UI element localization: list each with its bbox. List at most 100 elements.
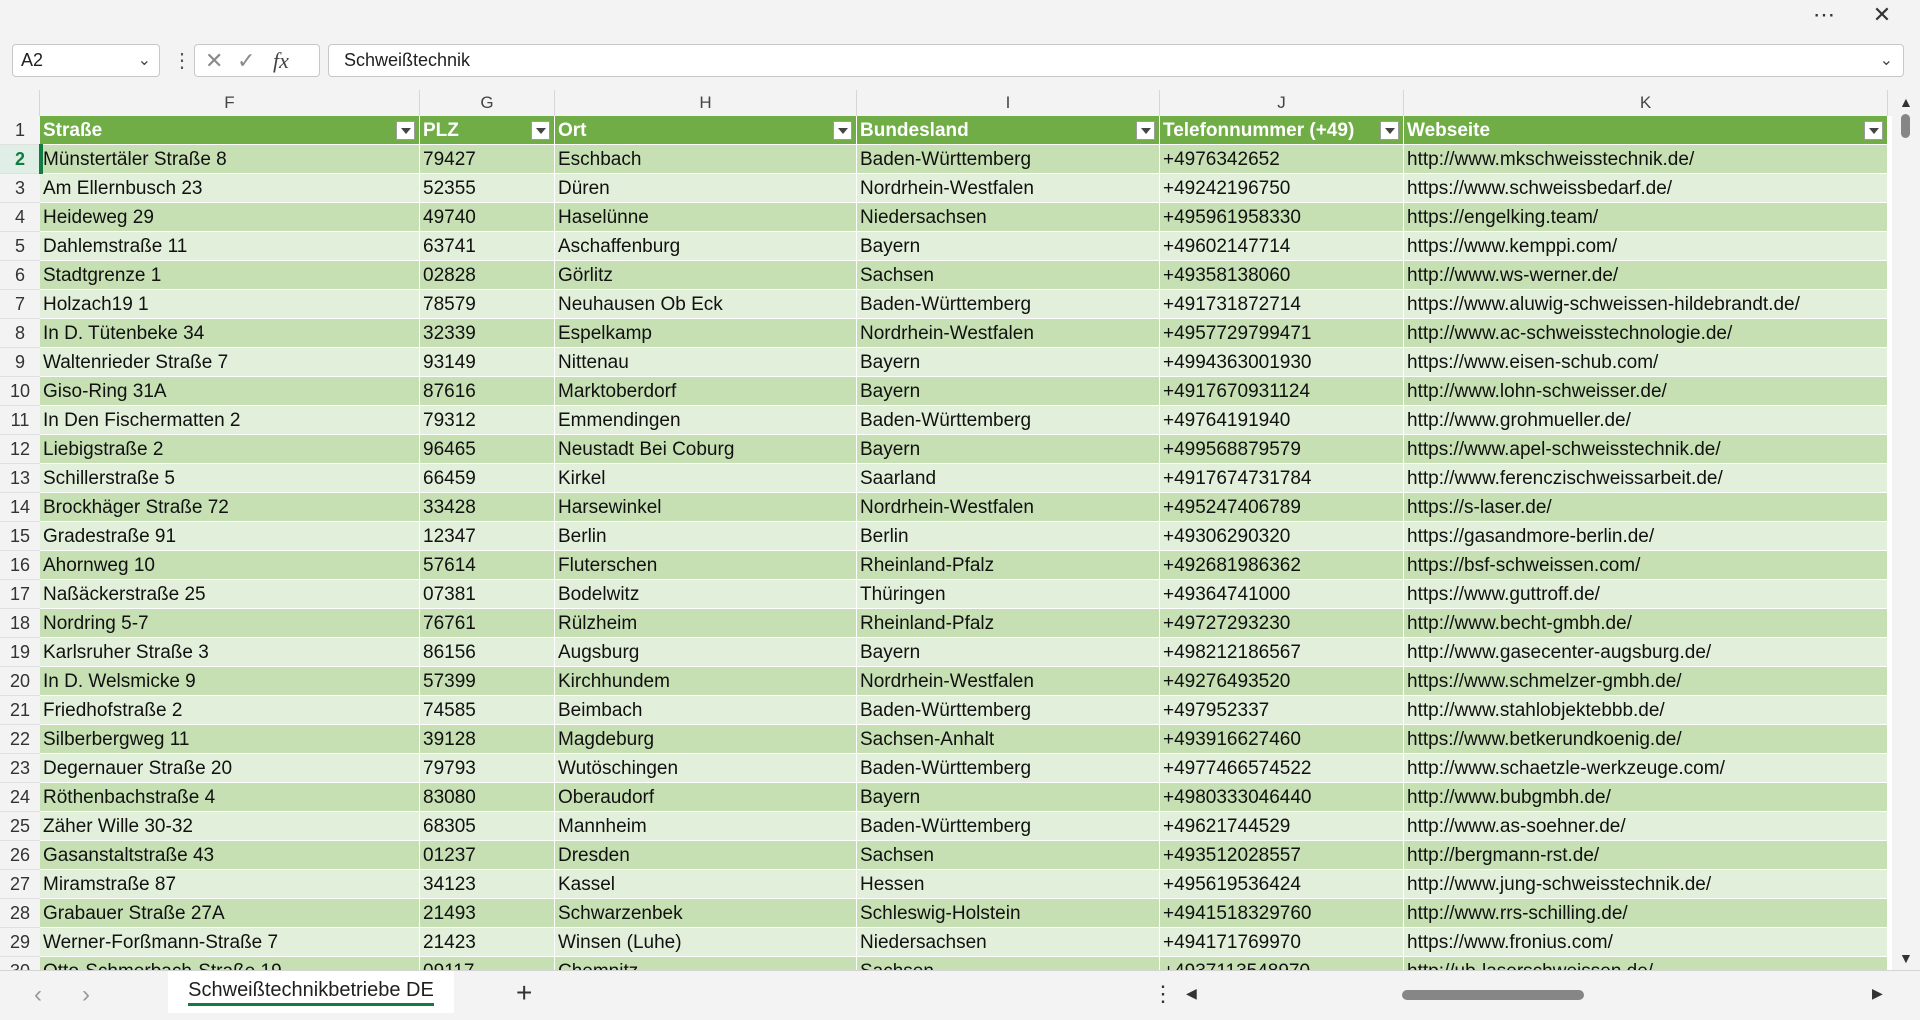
- table-cell[interactable]: http://www.grohmueller.de/: [1404, 406, 1888, 435]
- table-cell[interactable]: Beimbach: [555, 696, 857, 725]
- filter-dropdown-icon[interactable]: [833, 121, 852, 140]
- table-cell[interactable]: Rheinland-Pfalz: [857, 609, 1160, 638]
- table-cell[interactable]: Dahlemstraße 11: [40, 232, 420, 261]
- column-header-j[interactable]: J: [1160, 90, 1404, 116]
- table-cell[interactable]: https://www.apel-schweisstechnik.de/: [1404, 435, 1888, 464]
- function-icon[interactable]: fx: [273, 45, 289, 76]
- table-cell[interactable]: https://gasandmore-berlin.de/: [1404, 522, 1888, 551]
- table-cell[interactable]: Heideweg 29: [40, 203, 420, 232]
- table-header-cell[interactable]: Ort: [555, 116, 857, 145]
- table-cell[interactable]: Schleswig-Holstein: [857, 899, 1160, 928]
- table-cell[interactable]: In D. Tütenbeke 34: [40, 319, 420, 348]
- table-cell[interactable]: Gradestraße 91: [40, 522, 420, 551]
- table-cell[interactable]: Nittenau: [555, 348, 857, 377]
- column-header-k[interactable]: K: [1404, 90, 1888, 116]
- filter-dropdown-icon[interactable]: [1864, 121, 1883, 140]
- row-header[interactable]: 6: [0, 261, 40, 290]
- table-cell[interactable]: Rülzheim: [555, 609, 857, 638]
- table-cell[interactable]: +492681986362: [1160, 551, 1404, 580]
- table-cell[interactable]: Oberaudorf: [555, 783, 857, 812]
- row-header[interactable]: 28: [0, 899, 40, 928]
- table-cell[interactable]: https://www.fronius.com/: [1404, 928, 1888, 957]
- sheet-tab[interactable]: Schweißtechnikbetriebe DE: [168, 971, 454, 1013]
- table-cell[interactable]: +4917670931124: [1160, 377, 1404, 406]
- row-header[interactable]: 22: [0, 725, 40, 754]
- table-header-cell[interactable]: Telefonnummer (+49): [1160, 116, 1404, 145]
- table-cell[interactable]: 57399: [420, 667, 555, 696]
- spreadsheet-grid[interactable]: FGHIJK 1 Straße PLZ Ort Bundesland Telefonnum…: [0, 90, 1892, 970]
- table-cell[interactable]: +493512028557: [1160, 841, 1404, 870]
- row-header[interactable]: 26: [0, 841, 40, 870]
- table-cell[interactable]: http://www.jung-schweisstechnik.de/: [1404, 870, 1888, 899]
- table-cell[interactable]: https://www.guttroff.de/: [1404, 580, 1888, 609]
- table-cell[interactable]: Liebigstraße 2: [40, 435, 420, 464]
- row-header[interactable]: 3: [0, 174, 40, 203]
- table-cell[interactable]: +4980333046440: [1160, 783, 1404, 812]
- table-cell[interactable]: http://www.ac-schweisstechnologie.de/: [1404, 319, 1888, 348]
- table-cell[interactable]: Aschaffenburg: [555, 232, 857, 261]
- row-header[interactable]: 12: [0, 435, 40, 464]
- table-cell[interactable]: http://www.gasecenter-augsburg.de/: [1404, 638, 1888, 667]
- row-header[interactable]: 30: [0, 957, 40, 970]
- table-cell[interactable]: Kassel: [555, 870, 857, 899]
- cancel-icon[interactable]: ✕: [205, 45, 223, 76]
- table-cell[interactable]: 39128: [420, 725, 555, 754]
- row-header[interactable]: 11: [0, 406, 40, 435]
- row-header[interactable]: 1: [0, 116, 40, 145]
- table-cell[interactable]: Neuhausen Ob Eck: [555, 290, 857, 319]
- table-header-cell[interactable]: Straße: [40, 116, 420, 145]
- table-cell[interactable]: Berlin: [555, 522, 857, 551]
- table-cell[interactable]: Naßäckerstraße 25: [40, 580, 420, 609]
- table-cell[interactable]: 57614: [420, 551, 555, 580]
- scroll-left-icon[interactable]: ◀: [1186, 985, 1197, 1002]
- row-header[interactable]: 8: [0, 319, 40, 348]
- table-cell[interactable]: Nordrhein-Westfalen: [857, 319, 1160, 348]
- chevron-down-icon[interactable]: ⌄: [1880, 45, 1893, 76]
- table-cell[interactable]: Bayern: [857, 638, 1160, 667]
- table-cell[interactable]: Baden-Württemberg: [857, 754, 1160, 783]
- table-cell[interactable]: Baden-Württemberg: [857, 812, 1160, 841]
- table-cell[interactable]: 79427: [420, 145, 555, 174]
- sheet-options-icon[interactable]: ⋮: [1152, 981, 1174, 1007]
- table-cell[interactable]: +4976342652: [1160, 145, 1404, 174]
- table-cell[interactable]: Zäher Wille 30-32: [40, 812, 420, 841]
- table-cell[interactable]: 07381: [420, 580, 555, 609]
- table-cell[interactable]: https://www.kemppi.com/: [1404, 232, 1888, 261]
- table-cell[interactable]: 87616: [420, 377, 555, 406]
- table-cell[interactable]: Haselünne: [555, 203, 857, 232]
- table-cell[interactable]: +49306290320: [1160, 522, 1404, 551]
- table-cell[interactable]: http://ub-laserschweissen.de/: [1404, 957, 1888, 970]
- previous-sheet-icon[interactable]: ‹: [34, 981, 42, 1009]
- table-cell[interactable]: 02828: [420, 261, 555, 290]
- table-cell[interactable]: Kirkel: [555, 464, 857, 493]
- table-cell[interactable]: Niedersachsen: [857, 928, 1160, 957]
- row-header[interactable]: 19: [0, 638, 40, 667]
- row-header[interactable]: 15: [0, 522, 40, 551]
- table-cell[interactable]: Röthenbachstraße 4: [40, 783, 420, 812]
- table-cell[interactable]: Karlsruher Straße 3: [40, 638, 420, 667]
- row-header[interactable]: 21: [0, 696, 40, 725]
- table-cell[interactable]: 52355: [420, 174, 555, 203]
- table-cell[interactable]: +497952337: [1160, 696, 1404, 725]
- table-cell[interactable]: Schillerstraße 5: [40, 464, 420, 493]
- table-cell[interactable]: Fluterschen: [555, 551, 857, 580]
- table-cell[interactable]: http://www.becht-gmbh.de/: [1404, 609, 1888, 638]
- select-all-corner[interactable]: [0, 90, 40, 116]
- table-cell[interactable]: +494171769970: [1160, 928, 1404, 957]
- row-header[interactable]: 7: [0, 290, 40, 319]
- table-cell[interactable]: Bayern: [857, 232, 1160, 261]
- table-cell[interactable]: Am Ellernbusch 23: [40, 174, 420, 203]
- table-cell[interactable]: Hessen: [857, 870, 1160, 899]
- table-cell[interactable]: Chemnitz: [555, 957, 857, 970]
- table-cell[interactable]: 79793: [420, 754, 555, 783]
- table-cell[interactable]: +49621744529: [1160, 812, 1404, 841]
- table-cell[interactable]: +49764191940: [1160, 406, 1404, 435]
- row-header[interactable]: 5: [0, 232, 40, 261]
- table-cell[interactable]: 86156: [420, 638, 555, 667]
- table-cell[interactable]: http://www.schaetzle-werkzeuge.com/: [1404, 754, 1888, 783]
- row-header[interactable]: 24: [0, 783, 40, 812]
- row-header[interactable]: 13: [0, 464, 40, 493]
- table-cell[interactable]: Silberbergweg 11: [40, 725, 420, 754]
- table-cell[interactable]: 83080: [420, 783, 555, 812]
- table-cell[interactable]: https://www.aluwig-schweissen-hildebrand…: [1404, 290, 1888, 319]
